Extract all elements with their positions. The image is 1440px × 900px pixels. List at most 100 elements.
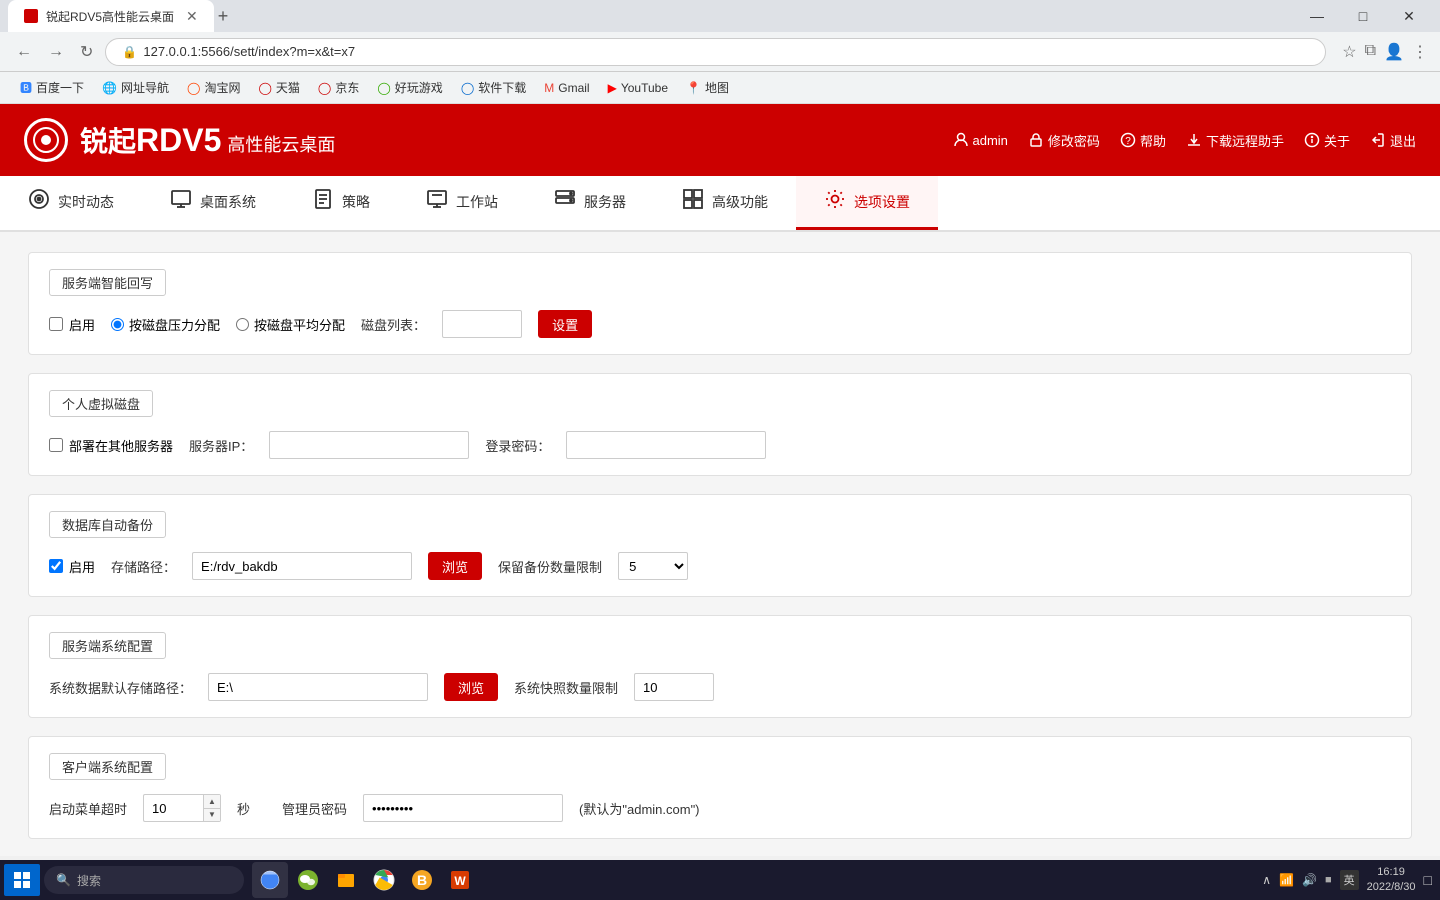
- nav-policy[interactable]: 策略: [284, 176, 398, 230]
- lock-icon: 🔒: [122, 45, 137, 59]
- set-button[interactable]: 设置: [538, 310, 592, 338]
- db-backup-title: 数据库自动备份: [49, 511, 166, 538]
- boot-timeout-label: 启动菜单超时: [49, 799, 127, 818]
- disk-list-input[interactable]: [442, 310, 522, 338]
- nav-server[interactable]: 服务器: [526, 176, 654, 230]
- stepper-down-button[interactable]: ▼: [204, 809, 220, 822]
- header-change-pwd[interactable]: 修改密码: [1028, 131, 1100, 150]
- new-tab-button[interactable]: +: [218, 6, 229, 27]
- header-download[interactable]: 下载远程助手: [1186, 131, 1284, 150]
- bookmark-tmall[interactable]: ◯ 天猫: [250, 76, 307, 99]
- tab-close-button[interactable]: ✕: [186, 8, 198, 25]
- admin-pwd-label: 管理员密码: [282, 799, 347, 818]
- browser-title-bar: 锐起RDV5高性能云桌面 ✕ + — □ ✕: [0, 0, 1440, 32]
- nav-workstation[interactable]: 工作站: [398, 176, 526, 230]
- snapshot-limit-input[interactable]: [634, 673, 714, 701]
- header-help[interactable]: ? 帮助: [1120, 131, 1166, 150]
- bookmark-taobao[interactable]: ◯ 淘宝网: [179, 76, 248, 99]
- taskbar-app-files[interactable]: [328, 862, 364, 898]
- nav-desktop-label: 桌面系统: [200, 192, 256, 212]
- boot-timeout-input[interactable]: [143, 794, 203, 822]
- url-display: 127.0.0.1:5566/sett/index?m=x&t=x7: [143, 44, 355, 59]
- default-path-input[interactable]: [208, 673, 428, 701]
- nav-server-label: 服务器: [584, 192, 626, 212]
- snapshot-limit-label: 系统快照数量限制: [514, 678, 618, 697]
- minimize-button[interactable]: —: [1294, 0, 1340, 32]
- browser-toolbar-icons: ☆ ⧉ 👤 ⋮: [1342, 42, 1428, 62]
- extension-icon[interactable]: ⧉: [1365, 42, 1376, 62]
- browser-tab[interactable]: 锐起RDV5高性能云桌面 ✕: [8, 0, 214, 32]
- bookmark-map[interactable]: 📍 地图: [678, 76, 737, 99]
- reload-button[interactable]: ↻: [76, 38, 97, 66]
- server-ip-input[interactable]: [269, 431, 469, 459]
- deploy-other-input[interactable]: [49, 438, 63, 452]
- admin-label: admin: [973, 133, 1008, 148]
- radio-average[interactable]: 按磁盘平均分配: [236, 315, 345, 334]
- maximize-button[interactable]: □: [1340, 0, 1386, 32]
- tray-notification[interactable]: □: [1424, 872, 1432, 888]
- tmall-icon: ◯: [258, 81, 271, 95]
- bookmark-gmail[interactable]: M Gmail: [536, 78, 597, 98]
- tray-volume[interactable]: 🔊: [1302, 873, 1317, 887]
- start-button[interactable]: [4, 864, 40, 896]
- bookmark-label: 网址导航: [121, 79, 169, 96]
- browse-button-server[interactable]: 浏览: [444, 673, 498, 701]
- stepper-buttons: ▲ ▼: [203, 794, 221, 822]
- db-backup-enable-input[interactable]: [49, 559, 63, 573]
- browse-button-backup[interactable]: 浏览: [428, 552, 482, 580]
- virtual-disk-form: 部署在其他服务器 服务器IP： 登录密码：: [49, 431, 1391, 459]
- bookmark-games[interactable]: ◯ 好玩游戏: [369, 76, 450, 99]
- nav-policy-label: 策略: [342, 192, 370, 212]
- taskbar-app-coin[interactable]: B: [404, 862, 440, 898]
- taskbar-app-office[interactable]: W: [442, 862, 478, 898]
- stepper-up-button[interactable]: ▲: [204, 795, 220, 809]
- nav-settings[interactable]: 选项设置: [796, 176, 938, 230]
- bookmark-youtube[interactable]: ▶ YouTube: [600, 78, 676, 98]
- advanced-icon: [682, 188, 704, 216]
- header-logout[interactable]: 退出: [1370, 131, 1416, 150]
- retain-select[interactable]: 1 2 3 4 5 10 20: [618, 552, 688, 580]
- header-about[interactable]: 关于: [1304, 131, 1350, 150]
- taskbar-app-wechat[interactable]: [290, 862, 326, 898]
- back-button[interactable]: ←: [12, 39, 36, 65]
- close-button[interactable]: ✕: [1386, 0, 1432, 32]
- nav-advanced[interactable]: 高级功能: [654, 176, 796, 230]
- header-admin[interactable]: admin: [953, 132, 1008, 148]
- date-display: 2022/8/30: [1367, 880, 1416, 895]
- server-config-title: 服务端系统配置: [49, 632, 166, 659]
- db-backup-enable-checkbox[interactable]: 启用: [49, 557, 95, 576]
- tray-network[interactable]: 📶: [1279, 873, 1294, 887]
- deploy-other-label: 部署在其他服务器: [69, 436, 173, 455]
- profile-icon[interactable]: 👤: [1384, 42, 1404, 62]
- tray-lang[interactable]: 英: [1340, 870, 1359, 890]
- bookmark-jd[interactable]: ◯ 京东: [310, 76, 367, 99]
- smart-rewrite-enable-checkbox[interactable]: 启用: [49, 315, 95, 334]
- login-pwd-input[interactable]: [566, 431, 766, 459]
- bookmark-software[interactable]: ◯ 软件下载: [453, 76, 534, 99]
- nav-realtime[interactable]: 实时动态: [0, 176, 142, 230]
- taskbar-search[interactable]: 🔍 搜索: [44, 866, 244, 894]
- menu-icon[interactable]: ⋮: [1412, 42, 1428, 62]
- deploy-other-checkbox[interactable]: 部署在其他服务器: [49, 436, 173, 455]
- bookmark-baidu[interactable]: 🅱 百度一下: [12, 76, 92, 99]
- logout-label: 退出: [1390, 131, 1416, 150]
- forward-button[interactable]: →: [44, 39, 68, 65]
- taskbar-apps: B W: [252, 862, 478, 898]
- smart-rewrite-enable-input[interactable]: [49, 317, 63, 331]
- nav-desktop[interactable]: 桌面系统: [142, 176, 284, 230]
- bookmark-label: 软件下载: [478, 79, 526, 96]
- download-label: 下载远程助手: [1206, 131, 1284, 150]
- retain-label: 保留备份数量限制: [498, 557, 602, 576]
- bookmark-label: 淘宝网: [204, 79, 240, 96]
- radio-pressure[interactable]: 按磁盘压力分配: [111, 315, 220, 334]
- taskbar-app-chrome[interactable]: [366, 862, 402, 898]
- tray-arrow[interactable]: ∧: [1262, 873, 1271, 887]
- admin-pwd-input[interactable]: [363, 794, 563, 822]
- default-path-label: 系统数据默认存储路径：: [49, 678, 192, 697]
- bookmark-label: 京东: [335, 79, 359, 96]
- storage-path-input[interactable]: [192, 552, 412, 580]
- bookmark-nav[interactable]: 🌐 网址导航: [94, 76, 177, 99]
- bookmark-star-icon[interactable]: ☆: [1342, 42, 1356, 62]
- address-bar[interactable]: 🔒 127.0.0.1:5566/sett/index?m=x&t=x7: [105, 38, 1326, 66]
- taskbar-app-browser[interactable]: [252, 862, 288, 898]
